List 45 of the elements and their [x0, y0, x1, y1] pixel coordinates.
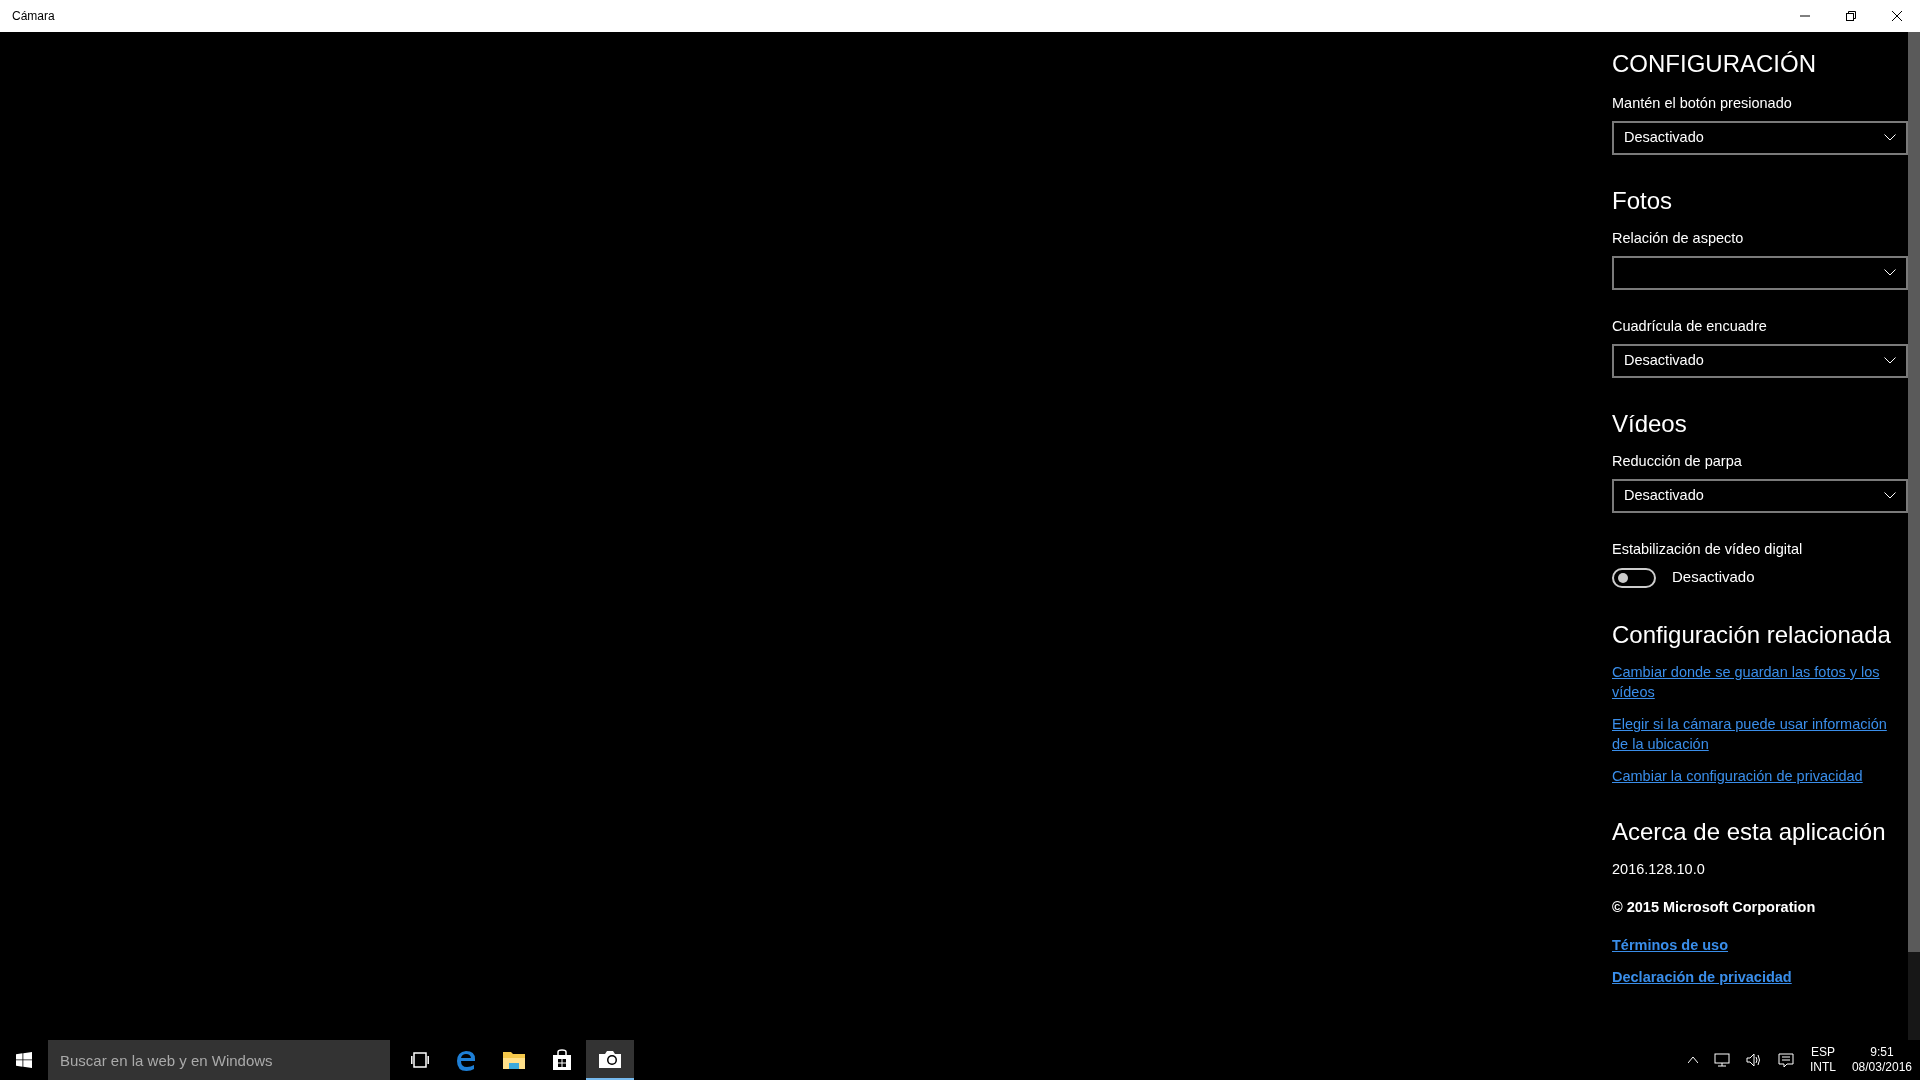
language-indicator[interactable]: ESP INTL — [1809, 1045, 1836, 1075]
dropdown[interactable]: Desactivado — [1612, 478, 1908, 513]
taskbar-app[interactable] — [586, 1040, 634, 1080]
link[interactable]: Términos de uso — [1612, 934, 1904, 955]
chevron-down-icon — [1884, 134, 1896, 142]
info-text: 2016.128.10.0 — [1612, 860, 1706, 880]
camera-icon — [598, 1049, 622, 1069]
field-label: Relación de aspecto — [1612, 229, 1745, 249]
window-title: Cámara — [11, 8, 55, 25]
search-field[interactable]: Buscar en la web y en Windows — [48, 1040, 390, 1080]
section-heading: Acerca de esta aplicación — [1612, 817, 1887, 847]
toggle-state: Desactivado — [1672, 567, 1755, 588]
section-heading: Configuración relacionada — [1612, 619, 1892, 650]
link[interactable]: Cambiar donde se guardan las fotos y los vídeos — [1612, 662, 1904, 702]
folder-icon — [502, 1050, 526, 1070]
link[interactable]: Declaración de privacidad — [1612, 966, 1904, 987]
field-label: Mantén el botón presionado — [1612, 94, 1793, 114]
volume-icon[interactable] — [1745, 1053, 1762, 1067]
info-text: © 2015 Microsoft Corporation — [1612, 897, 1817, 917]
chevron-down-icon — [1884, 492, 1896, 500]
field-label: Cuadrícula de encuadre — [1612, 316, 1768, 336]
chevron-up-icon[interactable] — [1687, 1056, 1698, 1064]
clock-time[interactable]: 9:51 — [1851, 1045, 1912, 1060]
link[interactable]: Elegir si la cámara puede usar información de la ubicación — [1612, 714, 1904, 754]
dropdown[interactable]: Desactivado — [1612, 343, 1908, 378]
section-heading: Fotos — [1612, 185, 1674, 216]
task-view-icon — [411, 1052, 429, 1068]
close-icon — [1892, 11, 1902, 21]
settings-title: CONFIGURACIÓN — [1612, 49, 1817, 79]
network-icon[interactable] — [1713, 1053, 1730, 1067]
field-label: Estabilización de vídeo digital — [1612, 539, 1804, 559]
shopping-bag-icon — [552, 1049, 572, 1071]
dropdown[interactable]: Desactivado — [1612, 120, 1908, 155]
field-label: Reducción de parpa — [1612, 451, 1743, 471]
dropdown[interactable] — [1612, 255, 1908, 290]
link[interactable]: Cambiar la configuración de privacidad — [1612, 766, 1904, 786]
chevron-down-icon — [1884, 357, 1896, 365]
restore-icon — [1846, 11, 1856, 21]
browser-icon — [455, 1049, 477, 1071]
clock-date[interactable]: 08/03/2016 — [1851, 1060, 1912, 1075]
chevron-down-icon — [1884, 269, 1896, 277]
notification-icon[interactable] — [1777, 1052, 1794, 1068]
windows-logo-icon — [16, 1052, 32, 1068]
section-heading: Vídeos — [1612, 408, 1688, 439]
toggle-switch[interactable] — [1612, 567, 1656, 588]
